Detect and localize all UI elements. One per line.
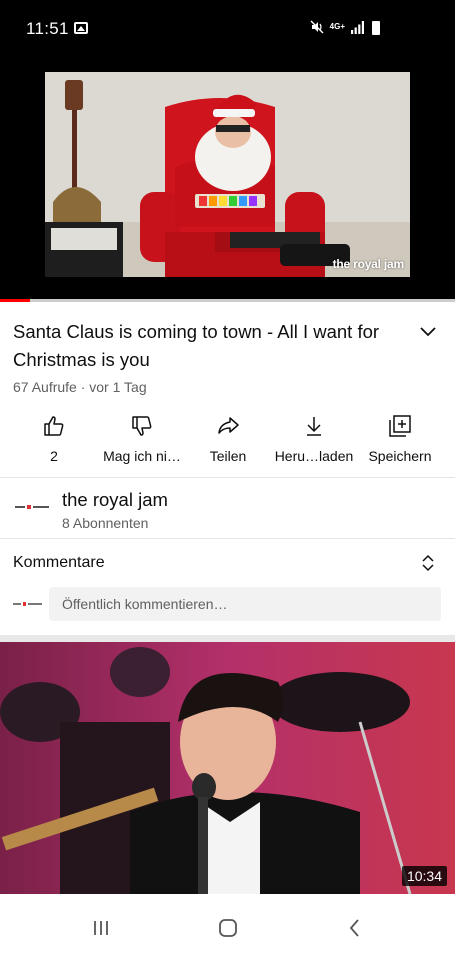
channel-name[interactable]: the royal jam <box>62 489 168 511</box>
download-label: Heru…laden <box>274 448 354 464</box>
action-row: 2 Mag ich ni… Teilen Heru…laden Speicher… <box>0 412 455 472</box>
video-title-block[interactable]: Santa Claus is coming to town - All I wa… <box>13 318 393 374</box>
download-icon <box>307 417 321 436</box>
back-icon[interactable] <box>348 918 362 938</box>
subscriber-count: 8 Abonnenten <box>62 515 149 531</box>
download-button[interactable]: Heru…laden <box>272 412 356 472</box>
video-title: Santa Claus is coming to town - All I wa… <box>13 321 380 370</box>
mute-icon <box>310 20 324 34</box>
progress-bar[interactable] <box>0 299 455 302</box>
share-button[interactable]: Teilen <box>203 412 253 472</box>
save-button[interactable]: Speichern <box>365 412 435 472</box>
progress-fill <box>0 299 31 302</box>
chevron-down-icon[interactable] <box>419 326 437 338</box>
share-label: Teilen <box>209 448 247 464</box>
battery-icon <box>372 21 380 35</box>
thumbs-up-icon <box>44 416 64 436</box>
video-watermark: the royal jam <box>332 257 405 271</box>
system-nav-bar <box>0 894 455 960</box>
thumbnail-image <box>0 642 455 894</box>
video-meta: 67 Aufrufe · vor 1 Tag <box>13 379 147 395</box>
network-type: 4G+ <box>329 22 345 31</box>
save-label: Speichern <box>368 448 432 464</box>
like-count: 2 <box>50 448 58 464</box>
signal-icon <box>351 20 364 34</box>
status-time: 11:51 <box>26 19 69 38</box>
like-button[interactable]: 2 <box>34 412 74 472</box>
thumbs-down-icon <box>132 416 152 436</box>
dislike-button[interactable]: Mag ich ni… <box>100 412 184 472</box>
add-to-playlist-icon <box>389 415 411 437</box>
status-bar: 11:51 4G+ <box>0 0 455 58</box>
expand-collapse-icon[interactable] <box>421 554 435 572</box>
user-avatar <box>13 598 43 610</box>
section-separator <box>0 635 455 642</box>
video-duration: 10:34 <box>401 866 447 886</box>
next-video-thumbnail[interactable]: 10:34 <box>0 642 455 894</box>
channel-avatar[interactable] <box>13 494 51 520</box>
divider <box>0 477 455 478</box>
gallery-icon <box>74 22 88 34</box>
dislike-label: Mag ich ni… <box>103 448 181 464</box>
video-player[interactable]: the royal jam <box>45 72 410 277</box>
recent-apps-icon[interactable] <box>92 918 110 938</box>
channel-logo <box>13 505 51 509</box>
comments-heading[interactable]: Kommentare <box>13 554 105 572</box>
share-icon <box>218 417 239 434</box>
divider <box>0 538 455 539</box>
home-icon[interactable] <box>218 918 238 938</box>
video-frame <box>45 72 410 277</box>
status-indicators: 4G+ <box>310 20 365 34</box>
comment-input[interactable] <box>49 587 441 621</box>
user-avatar-logo <box>13 602 42 606</box>
